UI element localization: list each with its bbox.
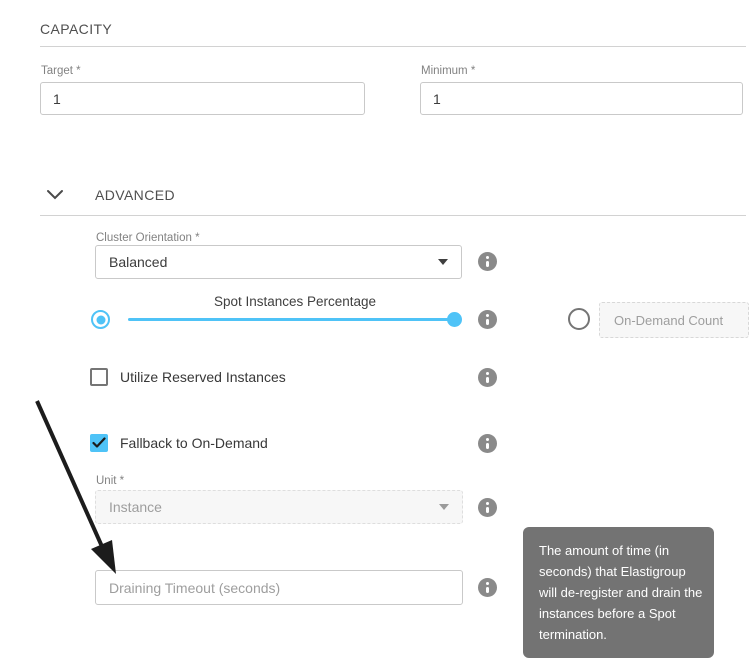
utilize-reserved-label: Utilize Reserved Instances [120, 369, 286, 385]
on-demand-count-input[interactable] [599, 302, 749, 338]
checkmark-icon [92, 437, 106, 449]
utilize-reserved-info-icon[interactable] [478, 368, 497, 387]
unit-select[interactable]: Instance [95, 490, 463, 524]
tooltip-text-line: The amount of time (in [539, 540, 698, 561]
tooltip-text-line: termination. [539, 624, 698, 645]
tooltip-text-line: instances before a Spot [539, 603, 698, 624]
utilize-reserved-checkbox[interactable] [90, 368, 108, 386]
fallback-on-demand-info-icon[interactable] [478, 434, 497, 453]
cluster-orientation-value: Balanced [109, 254, 438, 270]
unit-info-icon[interactable] [478, 498, 497, 517]
cluster-orientation-label: Cluster Orientation * [96, 232, 200, 244]
unit-label: Unit * [96, 475, 124, 487]
minimum-input[interactable] [420, 82, 743, 115]
advanced-collapse-toggle[interactable] [46, 188, 64, 200]
advanced-divider [40, 215, 746, 216]
tooltip-text-line: will de-register and drain the [539, 582, 698, 603]
tooltip-text-line: seconds) that Elastigroup [539, 561, 698, 582]
fallback-on-demand-checkbox[interactable] [90, 434, 108, 452]
draining-timeout-info-icon[interactable] [478, 578, 497, 597]
advanced-section-title: ADVANCED [95, 187, 175, 203]
cluster-orientation-select[interactable]: Balanced [95, 245, 462, 279]
spot-percentage-radio[interactable] [91, 310, 110, 329]
capacity-divider [40, 46, 746, 47]
draining-timeout-input[interactable] [95, 570, 463, 605]
elastigroup-capacity-form: CAPACITY Target * Minimum * ADVANCED Clu… [0, 0, 749, 671]
target-input[interactable] [40, 82, 365, 115]
target-label: Target * [41, 65, 81, 77]
minimum-label: Minimum * [421, 65, 475, 77]
spot-percentage-slider-track[interactable] [128, 318, 449, 321]
unit-value: Instance [109, 499, 439, 515]
spot-instances-percentage-label: Spot Instances Percentage [128, 294, 462, 309]
spot-percentage-info-icon[interactable] [478, 310, 497, 329]
on-demand-count-radio[interactable] [568, 308, 590, 330]
dropdown-caret-icon [438, 259, 448, 265]
spot-percentage-slider-thumb[interactable] [447, 312, 462, 327]
fallback-on-demand-label: Fallback to On-Demand [120, 435, 268, 451]
chevron-down-icon [46, 189, 64, 201]
dropdown-caret-icon [439, 504, 449, 510]
cluster-orientation-info-icon[interactable] [478, 252, 497, 271]
capacity-section-title: CAPACITY [40, 21, 112, 37]
draining-timeout-tooltip: The amount of time (in seconds) that Ela… [523, 527, 714, 658]
